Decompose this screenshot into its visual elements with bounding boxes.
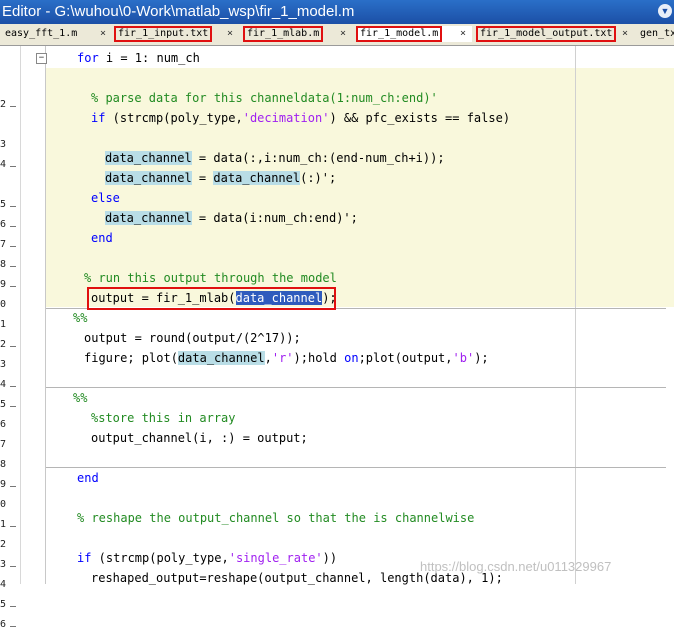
code-line[interactable]: data_channel = data(:,i:num_ch:(end-num_… (105, 151, 445, 165)
watermark-text: https://blog.csdn.net/u011329967 (420, 559, 612, 574)
code-line[interactable]: output_channel(i, :) = output; (91, 431, 308, 445)
code-comment[interactable]: % run this output through the model (84, 271, 337, 285)
close-icon[interactable]: × (340, 26, 346, 42)
line-number: 8 (0, 459, 7, 470)
line-number: 0 (0, 499, 7, 510)
line-number: 5 (0, 399, 7, 410)
close-icon[interactable]: × (100, 26, 106, 42)
code-keyword-line[interactable]: else (91, 191, 120, 205)
editor-title-bar: Editor - G:\wuhou\0-Work\matlab_wsp\fir_… (0, 0, 674, 24)
tab-label: fir_1_model.m (356, 26, 443, 42)
tab-label: gen_tx (640, 28, 674, 39)
cell-marker[interactable]: %% (73, 391, 87, 405)
tab-label: easy_fft_1.m (5, 28, 78, 39)
code-comment[interactable]: % parse data for this channeldata(1:num_… (91, 91, 438, 105)
breakpoint-marker[interactable] (10, 226, 16, 227)
code-comment[interactable]: %store this in array (91, 411, 236, 425)
tab-easy-fft-1[interactable]: easy_fft_1.m × (2, 26, 112, 42)
breakpoint-marker[interactable] (10, 266, 16, 267)
line-number: 2 (0, 539, 7, 550)
line-number: 3 (0, 139, 7, 150)
line-number: 9 (0, 279, 7, 290)
line-number-gutter: 2 3 4 5 6 7 8 9 0 1 2 3 4 5 6 7 8 9 0 1 … (0, 46, 21, 630)
code-line[interactable]: if (strcmp(poly_type,'decimation') && pf… (91, 111, 510, 125)
breakpoint-marker[interactable] (10, 606, 16, 607)
line-number: 4 (0, 379, 7, 390)
window-title: Editor - G:\wuhou\0-Work\matlab_wsp\fir_… (2, 3, 355, 20)
code-folding-column (21, 46, 46, 584)
line-number: 6 (0, 419, 7, 430)
line-number: 4 (0, 159, 7, 170)
breakpoint-marker[interactable] (10, 166, 16, 167)
tab-fir-1-mlab[interactable]: fir_1_mlab.m × (243, 26, 351, 42)
close-icon[interactable]: × (460, 26, 466, 42)
tab-fir-1-input[interactable]: fir_1_input.txt × (114, 26, 238, 42)
tab-label: fir_1_mlab.m (243, 26, 324, 42)
line-number: 2 (0, 99, 7, 110)
code-line[interactable]: figure; plot(data_channel,'r');hold on;p… (84, 351, 489, 365)
line-number: 5 (0, 199, 7, 210)
code-keyword-line[interactable]: end (91, 231, 113, 245)
breakpoint-marker[interactable] (10, 206, 16, 207)
breakpoint-marker[interactable] (10, 566, 16, 567)
code-line[interactable]: output = round(output/(2^17)); (84, 331, 301, 345)
cell-divider (46, 387, 666, 388)
code-line[interactable]: data_channel = data_channel(:)'; (105, 171, 336, 185)
code-line[interactable]: if (strcmp(poly_type,'single_rate')) (77, 551, 337, 565)
cell-divider (46, 467, 666, 468)
close-icon[interactable]: × (227, 26, 233, 42)
code-comment[interactable]: % reshape the output_channel so that the… (77, 511, 474, 525)
line-number: 5 (0, 599, 7, 610)
cell-marker[interactable]: %% (73, 311, 87, 325)
breakpoint-marker[interactable] (10, 486, 16, 487)
breakpoint-marker[interactable] (10, 526, 16, 527)
code-keyword-line[interactable]: end (77, 471, 99, 485)
breakpoint-marker[interactable] (10, 386, 16, 387)
tab-fir-1-model[interactable]: fir_1_model.m × (356, 26, 472, 42)
tab-gen-tx[interactable]: gen_tx (637, 26, 674, 42)
close-icon[interactable]: × (622, 26, 628, 42)
breakpoint-marker[interactable] (10, 286, 16, 287)
line-number: 4 (0, 579, 7, 590)
line-number: 7 (0, 439, 7, 450)
line-number: 1 (0, 519, 7, 530)
chevron-down-icon[interactable]: ▼ (658, 4, 672, 18)
tab-fir-1-model-output[interactable]: fir_1_model_output.txt × (476, 26, 634, 42)
breakpoint-marker[interactable] (10, 106, 16, 107)
breakpoint-marker[interactable] (10, 406, 16, 407)
line-number: 7 (0, 239, 7, 250)
code-line[interactable]: output = fir_1_mlab(data_channel); (91, 291, 337, 305)
line-number: 8 (0, 259, 7, 270)
line-number: 9 (0, 479, 7, 490)
code-line[interactable]: for i = 1: num_ch (77, 51, 200, 65)
breakpoint-marker[interactable] (10, 246, 16, 247)
line-number: 6 (0, 219, 7, 230)
fold-toggle-icon[interactable]: − (36, 53, 47, 64)
breakpoint-marker[interactable] (10, 346, 16, 347)
line-number: 3 (0, 359, 7, 370)
line-number: 2 (0, 339, 7, 350)
line-number: 1 (0, 319, 7, 330)
editor-tab-bar: easy_fft_1.m × fir_1_input.txt × fir_1_m… (0, 24, 674, 46)
tab-label: fir_1_model_output.txt (476, 26, 617, 42)
code-line[interactable]: data_channel = data(i:num_ch:end)'; (105, 211, 358, 225)
line-number: 6 (0, 619, 7, 630)
breakpoint-marker[interactable] (10, 626, 16, 627)
line-number: 3 (0, 559, 7, 570)
right-margin-line (575, 46, 576, 584)
line-number: 0 (0, 299, 7, 310)
tab-label: fir_1_input.txt (114, 26, 213, 42)
